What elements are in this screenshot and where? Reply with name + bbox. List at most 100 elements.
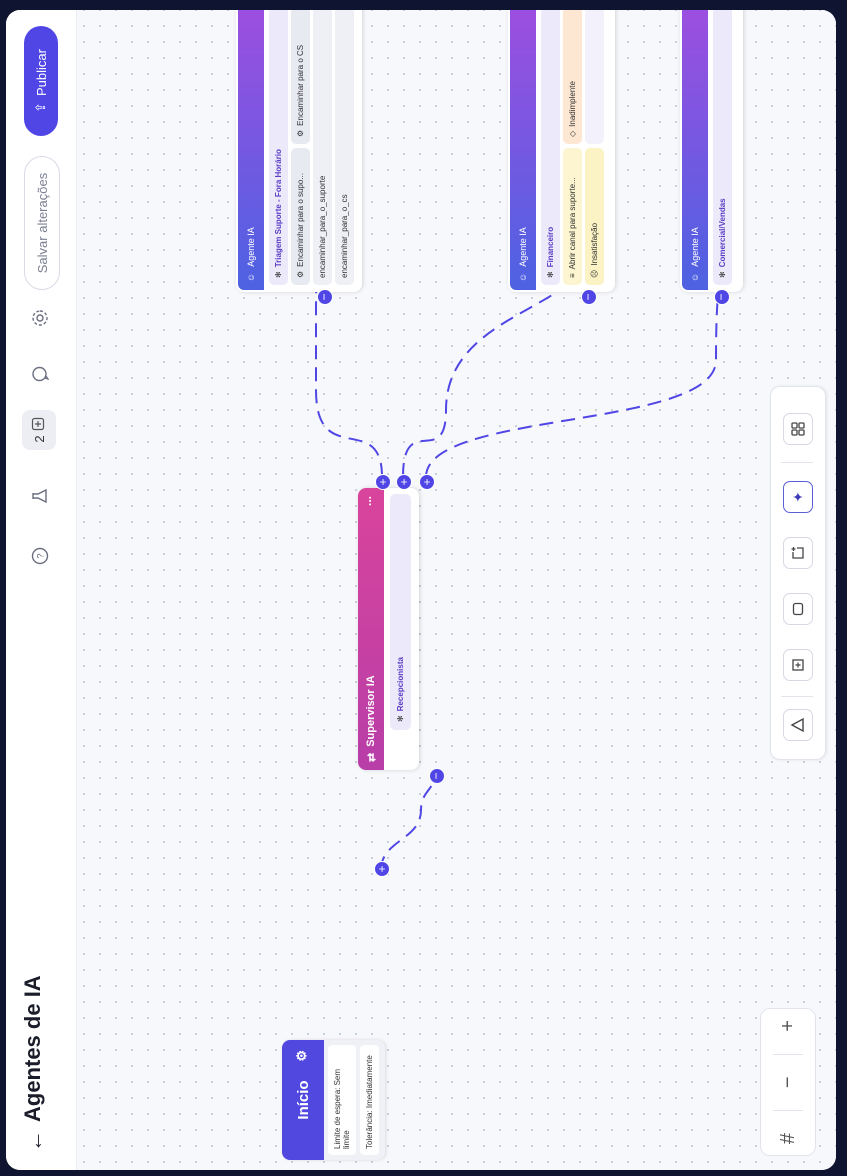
save-changes-button[interactable]: Salvar alterações — [24, 156, 60, 290]
supervisor-add-connector-1[interactable]: + — [375, 474, 391, 490]
route-pill[interactable]: encaminhar_para_o_suporte — [313, 10, 332, 285]
route-pill[interactable]: encaminhar_para_o_cs — [335, 10, 354, 285]
agent-input-connector[interactable]: − — [714, 289, 730, 305]
fit-view-button[interactable]: # — [777, 1133, 800, 1144]
grid-icon[interactable] — [783, 413, 813, 445]
supervisor-body: ✻ Recepcionista — [384, 488, 419, 770]
start-node[interactable]: Início ⚙ Limite de espera: Sem limite To… — [282, 1040, 385, 1160]
start-settings-icon[interactable]: ⚙ — [294, 1050, 310, 1062]
rotated-stage: ← Agentes de IA ? 2 Salvar alterações ⇪ … — [0, 0, 847, 1176]
robot-icon: ⚙ — [296, 129, 305, 137]
action-pill[interactable]: ⚙ Encaminhar para o CS — [291, 10, 310, 144]
toolbar-divider — [781, 462, 813, 463]
agent-header-label: Agente IA — [690, 227, 700, 267]
zoom-in-button[interactable]: + — [777, 1020, 800, 1032]
agent-name: Triagem Suporte - Fora Horário — [274, 149, 283, 268]
agent-name-pill[interactable]: ✻ Comercial/Vendas — [713, 10, 732, 285]
openai-icon: ✻ — [546, 271, 555, 278]
action-label: Encaminhar para o CS — [296, 44, 305, 126]
zoom-divider — [773, 1053, 803, 1055]
flask-icon[interactable] — [26, 482, 54, 510]
robot-icon: ⚙ — [296, 270, 305, 278]
sentiment-icon: ☹ — [590, 269, 599, 278]
agent-ai-icon: ☺ — [690, 272, 700, 282]
agent-extras: ☹ Insatisfação — [585, 10, 607, 285]
zoom-out-button[interactable]: − — [777, 1076, 800, 1088]
supervisor-add-connector-3[interactable]: + — [419, 474, 435, 490]
svg-text:?: ? — [36, 553, 46, 558]
help-icon[interactable]: ? — [26, 542, 54, 570]
action-pill[interactable]: ≡ Abrir canal para suporte... — [563, 148, 582, 285]
supervisor-title: Supervisor IA — [365, 675, 377, 747]
supervisor-agent-name: Recepcionista — [396, 657, 405, 712]
supervisor-menu-icon[interactable]: ... — [360, 496, 374, 506]
agent-header: ☺ Agente IA — [682, 10, 708, 290]
agent-actions: ≡ Abrir canal para suporte... ◇ Inadimpl… — [563, 10, 585, 285]
ai-sparkle-icon[interactable]: ✦ — [783, 481, 813, 513]
agent-ai-icon: ☺ — [246, 272, 256, 282]
zoom-controls: # − + — [760, 1008, 816, 1156]
agent-name: Financeiro — [546, 226, 555, 268]
openai-icon: ✻ — [396, 715, 405, 722]
toolbar-divider — [781, 696, 813, 697]
openai-icon: ✻ — [274, 271, 283, 278]
upload-icon: ⇪ — [33, 102, 48, 113]
agent-name-pill[interactable]: ✻ Triagem Suporte - Fora Horário — [269, 10, 288, 285]
start-node-header: Início ⚙ — [282, 1040, 324, 1160]
settings-gear-icon[interactable] — [26, 304, 54, 332]
flow-canvas[interactable]: Início ⚙ Limite de espera: Sem limite To… — [76, 10, 836, 1170]
agent-name-pill[interactable]: ✻ Financeiro — [541, 10, 560, 285]
agent-body: ✻ Comercial/Vendas — [708, 10, 741, 290]
agent-node-triagem[interactable]: ☺ Agente IA ✻ Triagem Suporte - Fora Hor… — [236, 10, 362, 292]
tag-icon: ◇ — [568, 130, 577, 137]
agent-body: ✻ Financeiro ≡ Abrir canal para suporte.… — [536, 10, 613, 290]
back-arrow-icon[interactable]: ← — [22, 1130, 48, 1152]
publish-label: Publicar — [33, 49, 49, 97]
canvas-toolbar: ✦ — [770, 386, 826, 760]
agent-actions: ⚙ Encaminhar para o supo... ⚙ Encaminhar… — [291, 10, 313, 285]
agent-input-connector[interactable]: − — [317, 289, 333, 305]
agent-ai-icon: ☺ — [518, 272, 528, 282]
action-label: Abrir canal para suporte... — [568, 177, 577, 270]
rectangle-icon[interactable] — [783, 593, 813, 625]
agent-header: ☺ Agente IA — [510, 10, 536, 290]
agent-input-connector[interactable]: − — [581, 289, 597, 305]
agent-header: ☺ Agente IA — [238, 10, 264, 290]
publish-button[interactable]: ⇪ Publicar — [24, 26, 58, 136]
tag-pill[interactable]: ◇ Inadimplente — [563, 10, 582, 144]
agent-node-financeiro[interactable]: ☺ Agente IA ✻ Financeiro ≡ Abrir canal p… — [508, 10, 615, 292]
wait-limit-field[interactable]: Limite de espera: Sem limite — [328, 1045, 356, 1155]
action-label: Encaminhar para o supo... — [296, 172, 305, 267]
agent-header-label: Agente IA — [246, 227, 256, 267]
action-pill[interactable]: ⚙ Encaminhar para o supo... — [291, 148, 310, 285]
triangle-icon[interactable] — [783, 709, 813, 741]
supervisor-node[interactable]: ⇄ Supervisor IA ... ✻ Recepcionista — [358, 488, 419, 770]
tolerance-field[interactable]: Tolerância: Imediatamente — [360, 1045, 379, 1155]
versions-count: 2 — [31, 435, 47, 443]
supervisor-input-connector[interactable]: − — [429, 768, 445, 784]
agent-body: ✻ Triagem Suporte - Fora Horário ⚙ Encam… — [264, 10, 360, 290]
zoom-divider — [773, 1110, 803, 1112]
supervisor-add-connector-2[interactable]: + — [396, 474, 412, 490]
versions-badge[interactable]: 2 — [22, 410, 56, 450]
supervisor-agent-pill[interactable]: ✻ Recepcionista — [390, 494, 411, 730]
chat-icon[interactable] — [26, 360, 54, 388]
page-title: Agentes de IA — [20, 975, 45, 1122]
add-note-icon[interactable] — [783, 537, 813, 569]
list-icon: ≡ — [568, 273, 577, 278]
edge-start-supervisor — [380, 769, 437, 871]
start-add-connector[interactable]: + — [374, 861, 390, 877]
top-header: ← Agentes de IA ? 2 Salvar alterações ⇪ … — [6, 10, 77, 1170]
tag-label: Inadimplente — [568, 81, 577, 127]
agent-name: Comercial/Vendas — [718, 198, 727, 268]
sentiment-pill[interactable]: ☹ Insatisfação — [585, 148, 604, 285]
history-icon — [31, 417, 48, 431]
frame-icon[interactable] — [783, 649, 813, 681]
empty-pill — [585, 10, 604, 144]
agent-header-label: Agente IA — [518, 227, 528, 267]
start-node-title: Início — [294, 1080, 312, 1120]
supervisor-route-icon: ⇄ — [365, 752, 378, 762]
supervisor-header: ⇄ Supervisor IA ... — [358, 488, 384, 770]
agent-node-comercial[interactable]: ☺ Agente IA ✻ Comercial/Vendas — [680, 10, 743, 292]
openai-icon: ✻ — [718, 271, 727, 278]
